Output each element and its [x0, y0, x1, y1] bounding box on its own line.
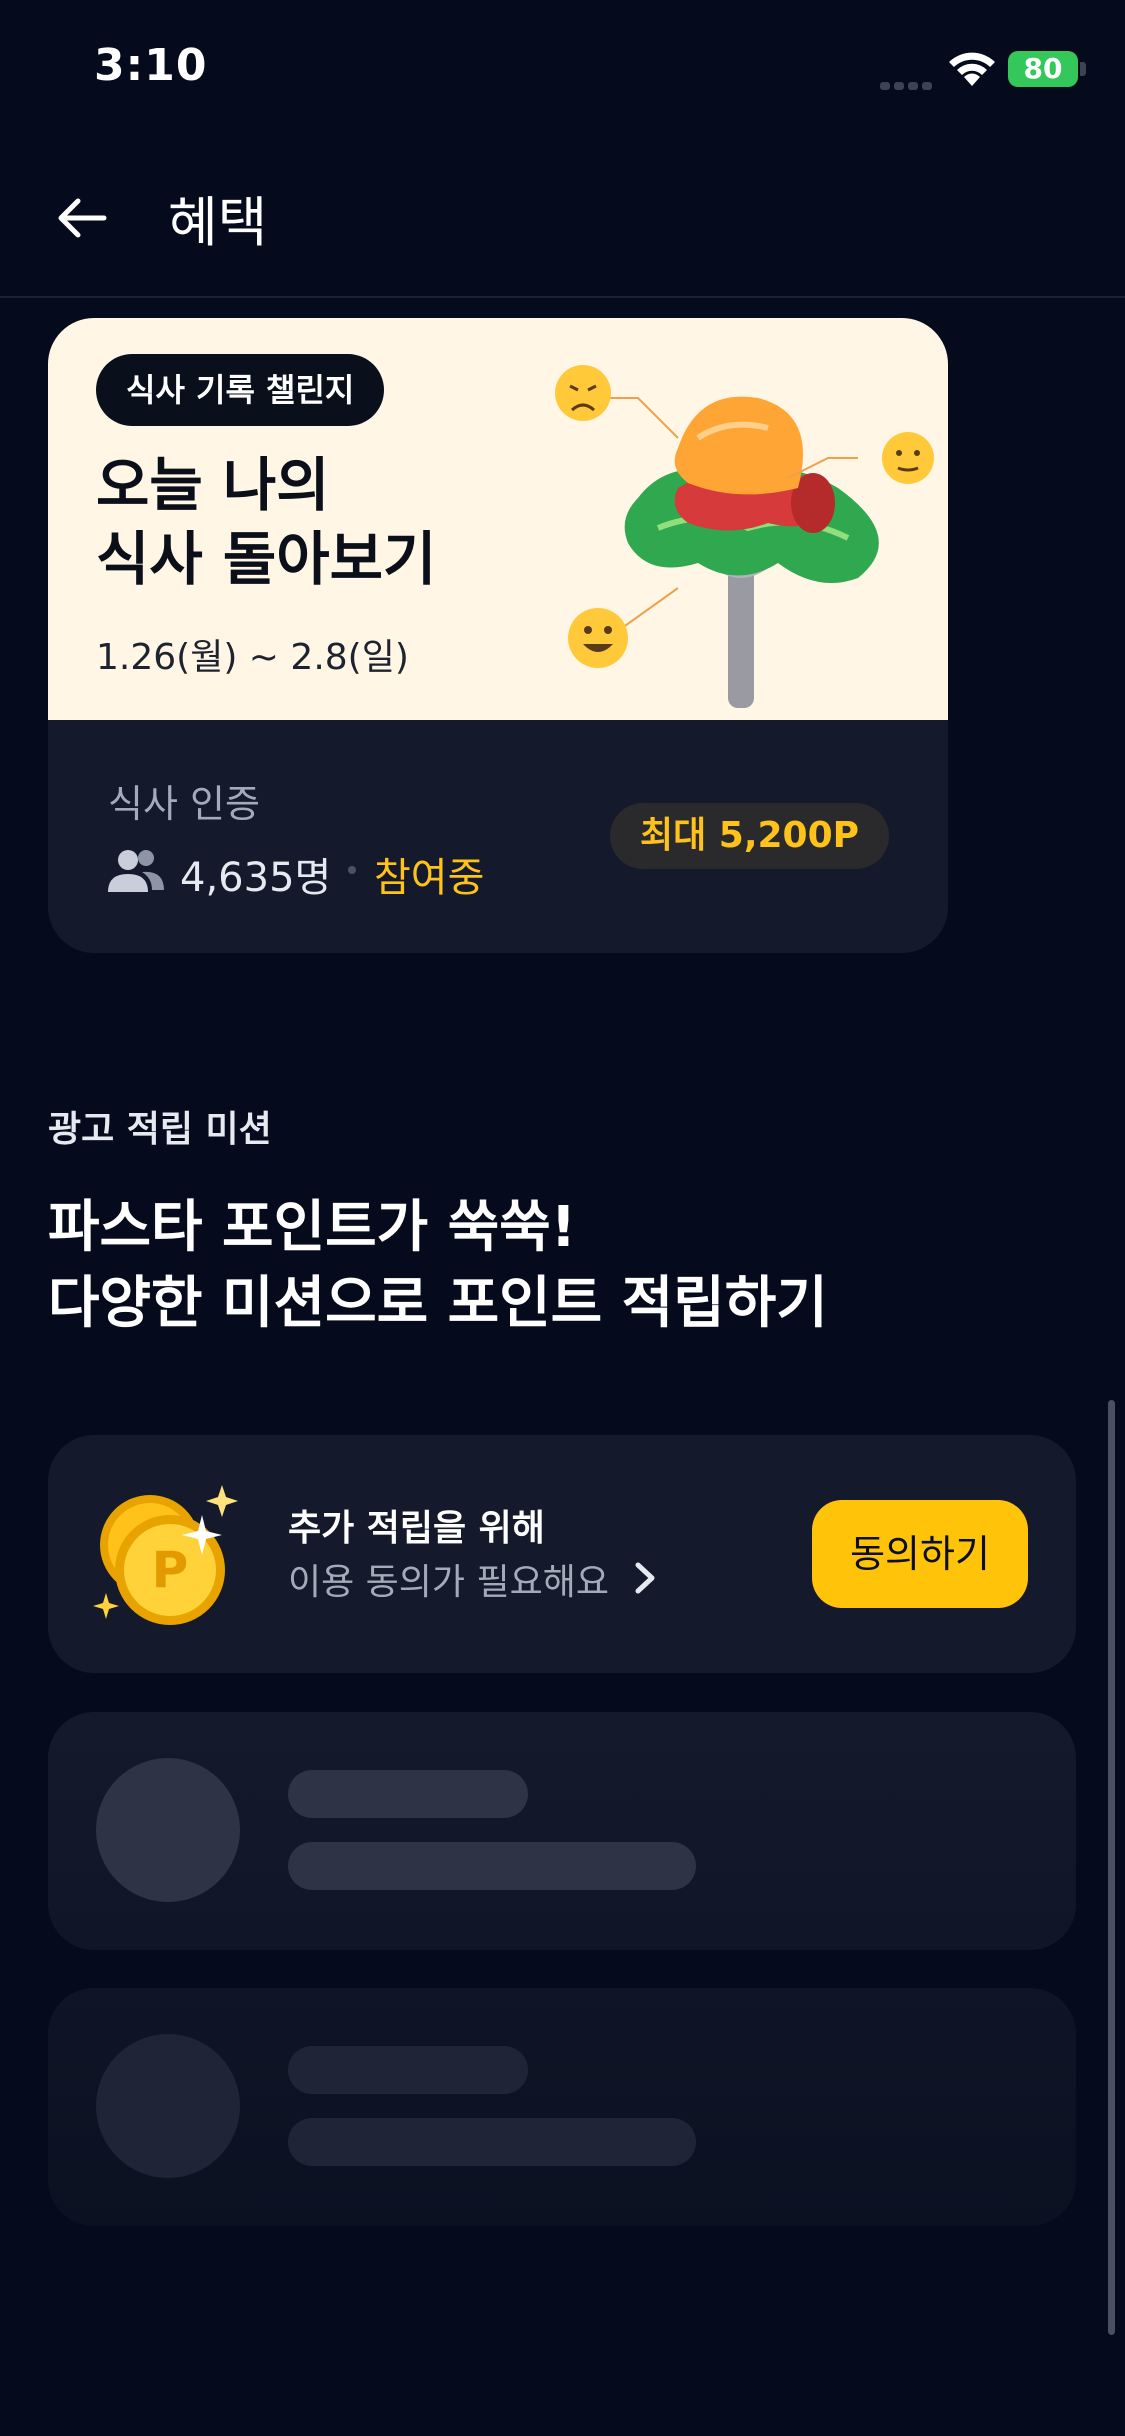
battery-icon: 80: [1008, 51, 1078, 87]
point-coin-icon: P: [93, 1485, 238, 1625]
loading-skeleton-card: [48, 1712, 1076, 1950]
skeleton-line: [288, 1770, 528, 1818]
battery-level: 80: [1023, 52, 1063, 85]
consent-card[interactable]: P 추가 적립을 위해 이용 동의가 필요해요 동의하기: [48, 1435, 1076, 1673]
wifi-icon: [949, 52, 995, 86]
section-label: 광고 적립 미션: [48, 1109, 272, 1150]
svg-text:P: P: [152, 1541, 189, 1599]
participant-count: 4,635명: [180, 855, 332, 901]
scrollbar[interactable]: [1108, 1400, 1115, 2335]
headline-line2: 다양한 미션으로 포인트 적립하기: [48, 1271, 828, 1336]
challenge-title-line1: 오늘 나의: [96, 451, 330, 519]
headline-line1: 파스타 포인트가 쑥쑥!: [48, 1195, 577, 1260]
challenge-label: 식사 인증: [108, 782, 260, 826]
people-icon: [108, 850, 164, 892]
chevron-right-icon[interactable]: [634, 1561, 658, 1595]
status-time: 3:10: [94, 40, 208, 91]
skeleton-line: [288, 2118, 696, 2166]
neutral-face-icon: [882, 432, 934, 484]
consent-subtitle[interactable]: 이용 동의가 필요해요: [288, 1553, 609, 1605]
meal-challenge-card[interactable]: 식사 기록 챌린지 오늘 나의 식사 돌아보기 1.26(월) ~ 2.8(일): [48, 318, 948, 953]
smiling-face-icon: [568, 608, 628, 668]
skeleton-line: [288, 2046, 528, 2094]
skeleton-avatar: [96, 2034, 240, 2178]
challenge-date-range: 1.26(월) ~ 2.8(일): [96, 637, 409, 678]
participation-status: 참여중: [374, 855, 485, 901]
section-headline: 파스타 포인트가 쑥쑥! 다양한 미션으로 포인트 적립하기: [48, 1190, 828, 1342]
consent-title: 추가 적립을 위해: [288, 1508, 545, 1549]
loading-skeleton-card: [48, 1988, 1076, 2226]
agree-button[interactable]: 동의하기: [812, 1500, 1028, 1608]
nav-bar: 혜택: [0, 150, 1125, 298]
challenge-title: 오늘 나의 식사 돌아보기: [96, 448, 436, 596]
challenge-banner: 식사 기록 챌린지 오늘 나의 식사 돌아보기 1.26(월) ~ 2.8(일): [48, 318, 948, 720]
skeleton-line: [288, 1842, 696, 1890]
separator-dot: [348, 866, 356, 874]
skeleton-avatar: [96, 1758, 240, 1902]
status-bar: 3:10 80: [0, 0, 1125, 130]
challenge-tag: 식사 기록 챌린지: [96, 354, 385, 426]
battery-tip: [1080, 62, 1086, 76]
max-points-badge: 최대 5,200P: [610, 803, 890, 869]
challenge-title-line2: 식사 돌아보기: [96, 525, 437, 593]
cellular-signal-icon: [880, 75, 936, 94]
back-arrow-icon[interactable]: [54, 190, 110, 246]
sad-face-icon: [555, 365, 611, 421]
fork-food-illustration: [555, 365, 934, 708]
page-title: 혜택: [168, 191, 268, 254]
